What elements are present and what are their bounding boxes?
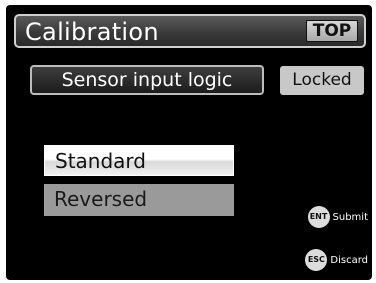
ent-key-icon: ENT — [307, 206, 330, 228]
title-bar: Calibration TOP — [14, 14, 366, 48]
submit-hint[interactable]: ENT Submit — [307, 206, 368, 228]
discard-hint[interactable]: ESC Discard — [305, 249, 368, 271]
top-button[interactable]: TOP — [306, 20, 358, 42]
device-screen: Calibration TOP Sensor input logic Locke… — [6, 5, 372, 280]
submit-label: Submit — [332, 211, 368, 223]
page-title: Calibration — [25, 18, 159, 46]
esc-key-icon: ESC — [305, 249, 328, 271]
option-standard[interactable]: Standard — [44, 145, 234, 176]
option-reversed[interactable]: Reversed — [44, 184, 234, 216]
discard-label: Discard — [330, 254, 368, 266]
locked-button[interactable]: Locked — [280, 66, 364, 95]
sensor-input-logic-label: Sensor input logic — [30, 65, 264, 95]
